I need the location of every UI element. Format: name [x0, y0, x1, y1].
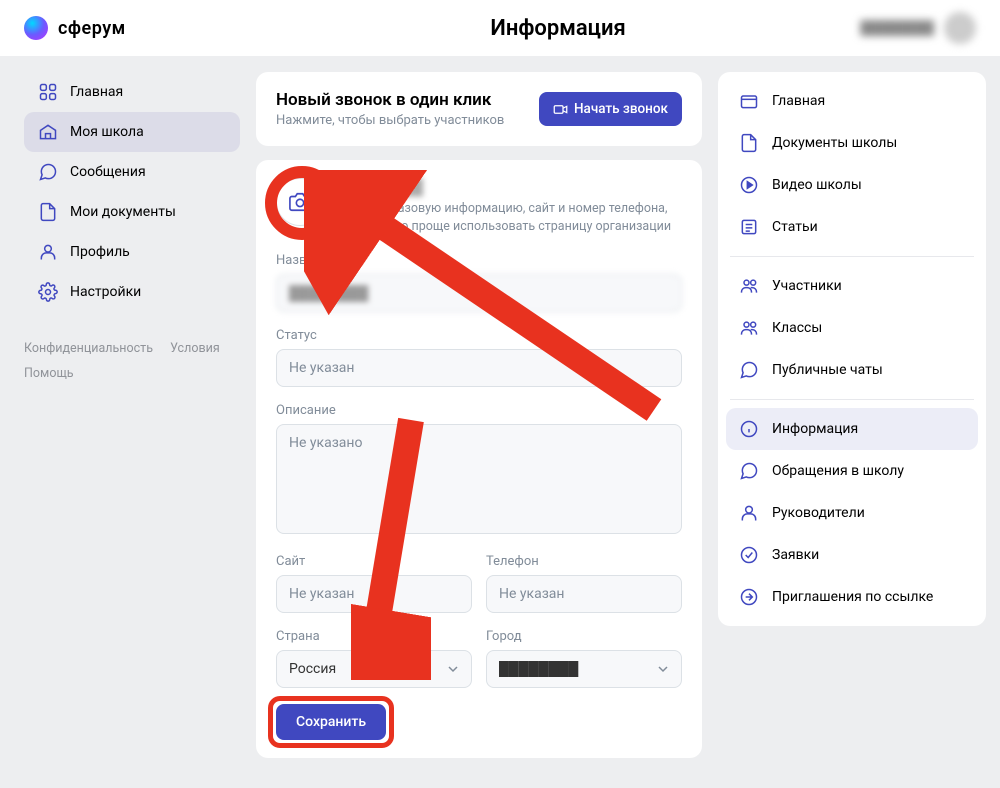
city-label: Город	[486, 629, 682, 644]
play-icon	[738, 174, 760, 196]
sidebar-item-home[interactable]: Главная	[24, 72, 240, 112]
sidebar: Главная Моя школа Сообщения Мои документ…	[24, 72, 240, 772]
right-item-chats[interactable]: Публичные чаты	[726, 349, 978, 391]
document-icon	[38, 202, 58, 222]
brand: сферум	[58, 18, 126, 39]
info-icon	[738, 418, 760, 440]
right-item-label: Участники	[772, 278, 842, 294]
call-subtitle: Нажмите, чтобы выбрать участников	[276, 113, 504, 128]
right-item-label: Публичные чаты	[772, 362, 883, 378]
article-icon	[738, 216, 760, 238]
start-call-button[interactable]: Начать звонок	[539, 92, 682, 126]
country-select[interactable]: Россия	[276, 650, 472, 688]
gear-icon	[38, 282, 58, 302]
sidebar-item-label: Моя школа	[70, 124, 144, 140]
right-item-docs[interactable]: Документы школы	[726, 122, 978, 164]
video-icon	[553, 102, 568, 117]
country-label: Страна	[276, 629, 472, 644]
user-icon	[738, 502, 760, 524]
call-title: Новый звонок в один клик	[276, 90, 504, 110]
site-label: Сайт	[276, 554, 472, 569]
sidebar-item-label: Главная	[70, 84, 123, 100]
footer-privacy[interactable]: Конфиденциальность	[24, 341, 153, 356]
status-label: Статус	[276, 328, 682, 343]
check-icon	[738, 544, 760, 566]
sidebar-item-documents[interactable]: Мои документы	[24, 192, 240, 232]
separator	[730, 256, 974, 257]
site-input[interactable]	[276, 575, 472, 613]
name-input[interactable]	[276, 274, 682, 312]
right-item-label: Обращения в школу	[772, 463, 904, 479]
sidebar-item-label: Настройки	[70, 284, 141, 300]
right-item-invites[interactable]: Приглашения по ссылке	[726, 576, 978, 618]
chat-icon	[738, 359, 760, 381]
right-item-label: Статьи	[772, 219, 818, 235]
users-icon	[738, 275, 760, 297]
right-item-classes[interactable]: Классы	[726, 307, 978, 349]
page-title: Информация	[490, 16, 625, 41]
user-name: ████████	[860, 20, 934, 36]
topbar: сферум Информация ████████	[0, 0, 1000, 56]
right-item-label: Главная	[772, 93, 825, 109]
right-item-home[interactable]: Главная	[726, 80, 978, 122]
folder-icon	[738, 90, 760, 112]
link-icon	[738, 586, 760, 608]
grid-icon	[38, 82, 58, 102]
upload-photo-button[interactable]	[276, 178, 324, 226]
school-description: Укажите базовую информацию, сайт и номер…	[338, 200, 682, 235]
right-item-video[interactable]: Видео школы	[726, 164, 978, 206]
chat-icon	[38, 162, 58, 182]
right-item-members[interactable]: Участники	[726, 265, 978, 307]
name-label: Название	[276, 253, 682, 268]
city-select[interactable]: ████████	[486, 650, 682, 688]
sidebar-item-school[interactable]: Моя школа	[24, 112, 240, 152]
avatar	[944, 12, 976, 44]
right-item-label: Руководители	[772, 505, 865, 521]
right-item-label: Документы школы	[772, 135, 897, 151]
school-name: ████████	[338, 178, 682, 196]
user-menu[interactable]: ████████	[860, 12, 976, 44]
right-item-articles[interactable]: Статьи	[726, 206, 978, 248]
right-item-label: Информация	[772, 421, 858, 437]
document-icon	[738, 132, 760, 154]
description-label: Описание	[276, 403, 682, 418]
call-button-label: Начать звонок	[574, 101, 668, 117]
right-item-label: Приглашения по ссылке	[772, 589, 933, 605]
info-card: ████████ Укажите базовую информацию, сай…	[256, 160, 702, 758]
right-item-requests[interactable]: Заявки	[726, 534, 978, 576]
sidebar-item-label: Профиль	[70, 244, 130, 260]
right-item-label: Классы	[772, 320, 822, 336]
right-item-label: Заявки	[772, 547, 819, 563]
right-sidebar: Главная Документы школы Видео школы Стат…	[718, 72, 986, 772]
save-button[interactable]: Сохранить	[276, 704, 386, 740]
logo-icon	[24, 16, 48, 40]
description-input[interactable]	[276, 424, 682, 534]
users-icon	[738, 317, 760, 339]
logo-area[interactable]: сферум	[24, 16, 126, 40]
footer-terms[interactable]: Условия	[170, 341, 220, 356]
sidebar-item-label: Сообщения	[70, 164, 146, 180]
school-icon	[38, 122, 58, 142]
call-card: Новый звонок в один клик Нажмите, чтобы …	[256, 72, 702, 146]
footer-links: Конфиденциальность Условия Помощь	[24, 336, 240, 386]
footer-help[interactable]: Помощь	[24, 366, 74, 381]
right-item-heads[interactable]: Руководители	[726, 492, 978, 534]
sidebar-item-messages[interactable]: Сообщения	[24, 152, 240, 192]
sidebar-item-profile[interactable]: Профиль	[24, 232, 240, 272]
phone-label: Телефон	[486, 554, 682, 569]
user-icon	[38, 242, 58, 262]
camera-icon	[289, 191, 311, 213]
message-icon	[738, 460, 760, 482]
separator	[730, 399, 974, 400]
status-input[interactable]	[276, 349, 682, 387]
main-column: Новый звонок в один клик Нажмите, чтобы …	[256, 72, 702, 772]
right-item-info[interactable]: Информация	[726, 408, 978, 450]
right-item-label: Видео школы	[772, 177, 862, 193]
phone-input[interactable]	[486, 575, 682, 613]
sidebar-item-settings[interactable]: Настройки	[24, 272, 240, 312]
right-item-appeals[interactable]: Обращения в школу	[726, 450, 978, 492]
sidebar-item-label: Мои документы	[70, 204, 176, 220]
